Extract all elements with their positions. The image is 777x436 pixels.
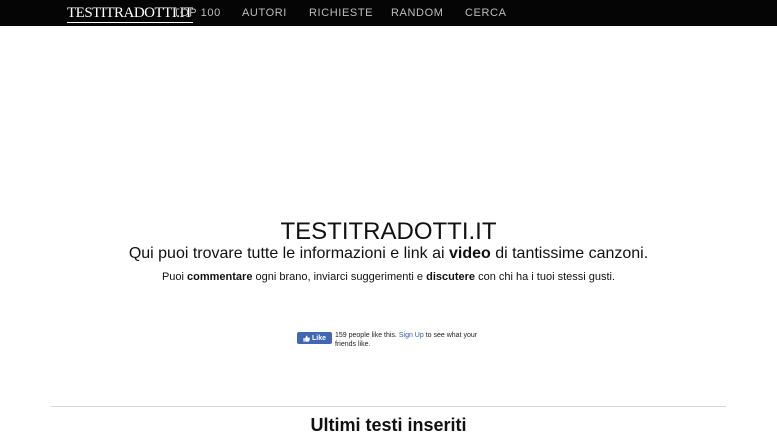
nav-item-richieste[interactable]: RICHIESTE	[309, 0, 373, 26]
hero-note-text: Puoi	[161, 271, 188, 283]
hero-note-bold-commentare: commentare	[187, 271, 253, 283]
section-heading-latest: Ultimi testi inseriti	[310, 415, 467, 435]
nav-item-random[interactable]: RANDOM	[391, 0, 444, 26]
hero-note-text-end: con chi ha i tuoi stessi gusti.	[475, 271, 616, 283]
hero-note-text-mid: ogni brano, inviarci suggerimenti e	[252, 271, 427, 283]
nav-item-autori[interactable]: AUTORI	[242, 0, 287, 26]
section-divider	[51, 406, 726, 407]
facebook-like-button[interactable]: Like	[297, 332, 332, 344]
top-navbar: TESTITRADOTTI.IT TOP 100 AUTORI RICHIEST…	[0, 0, 777, 26]
hero-subtitle-bold: video	[448, 245, 491, 262]
hero-subtitle-text: Qui puoi trovare tutte le informazioni e…	[128, 245, 449, 262]
hero-note: Puoi commentare ogni brano, inviarci sug…	[0, 270, 777, 284]
hero-note-bold-discutere: discutere	[426, 271, 476, 283]
facebook-like-text: 159 people like this. Sign Up to see wha…	[335, 331, 485, 349]
facebook-like-label: Like	[311, 334, 326, 342]
nav-item-cerca[interactable]: CERCA	[465, 0, 507, 26]
facebook-like-count: 159 people like this.	[335, 332, 397, 339]
thumbs-up-icon	[303, 334, 310, 342]
hero-subtitle: Qui puoi trovare tutte le informazioni e…	[0, 244, 777, 264]
facebook-like-widget: Like 159 people like this. Sign Up to se…	[297, 331, 487, 351]
hero-title: TESTITRADOTTI.IT	[280, 218, 497, 245]
nav-item-top100[interactable]: TOP 100	[173, 0, 221, 26]
facebook-signup-link[interactable]: Sign Up	[399, 332, 424, 339]
hero-subtitle-text-end: di tantissime canzoni.	[490, 245, 649, 262]
